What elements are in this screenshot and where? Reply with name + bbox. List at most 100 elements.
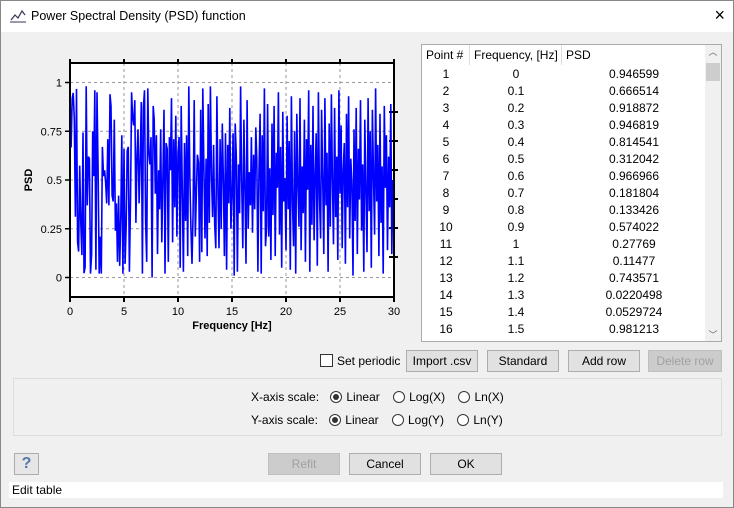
table-row[interactable]: 12 1.1 0.11477 [422, 253, 706, 270]
table-row[interactable]: 14 1.3 0.0220498 [422, 287, 706, 304]
delete-row-button[interactable]: Delete row [648, 350, 722, 372]
help-button[interactable]: ? [14, 453, 39, 475]
table-row[interactable]: 16 1.5 0.981213 [422, 321, 706, 338]
y-tick-label: 0.5 [47, 175, 62, 187]
cell-psd[interactable]: 0.574022 [562, 219, 706, 236]
cell-frequency[interactable]: 0.8 [470, 202, 562, 219]
y-linear-radio[interactable]: Linear [329, 413, 379, 427]
cell-point[interactable]: 13 [422, 270, 470, 287]
cell-frequency[interactable]: 1.4 [470, 304, 562, 321]
cell-frequency[interactable]: 1 [470, 236, 562, 253]
table-row[interactable]: 1 0 0.946599 [422, 66, 706, 83]
cell-frequency[interactable]: 1.3 [470, 287, 562, 304]
cancel-button[interactable]: Cancel [349, 453, 421, 475]
set-periodic-checkbox[interactable]: Set periodic [320, 354, 400, 368]
cell-psd[interactable]: 0.27769 [562, 236, 706, 253]
table-row[interactable]: 2 0.1 0.666514 [422, 83, 706, 100]
x-axis-label: Frequency [Hz] [192, 320, 272, 332]
cell-psd[interactable]: 0.946599 [562, 66, 706, 83]
cell-point[interactable]: 11 [422, 236, 470, 253]
ok-button[interactable]: OK [430, 453, 502, 475]
cell-psd[interactable]: 0.743571 [562, 270, 706, 287]
cell-point[interactable]: 2 [422, 83, 470, 100]
column-header-frequency[interactable]: Frequency, [Hz] [470, 45, 562, 65]
cell-frequency[interactable]: 0.5 [470, 151, 562, 168]
table-scrollbar[interactable]: ︿ ﹀ [705, 45, 721, 341]
table-row[interactable]: 7 0.6 0.966966 [422, 168, 706, 185]
cell-psd[interactable]: 0.966966 [562, 168, 706, 185]
y-log-radio[interactable]: Log(Y) [391, 413, 444, 427]
cell-point[interactable]: 3 [422, 100, 470, 117]
cell-frequency[interactable]: 0.9 [470, 219, 562, 236]
table-row[interactable]: 4 0.3 0.946819 [422, 117, 706, 134]
cell-frequency[interactable]: 1.1 [470, 253, 562, 270]
refit-button[interactable]: Refit [268, 453, 340, 475]
checkbox-icon[interactable] [320, 354, 333, 367]
scrollbar-thumb[interactable] [706, 63, 720, 81]
cell-psd[interactable]: 0.312042 [562, 151, 706, 168]
cell-point[interactable]: 8 [422, 185, 470, 202]
cell-point[interactable]: 6 [422, 151, 470, 168]
standard-button[interactable]: Standard [487, 350, 559, 372]
cell-psd[interactable]: 0.181804 [562, 185, 706, 202]
scroll-down-icon[interactable]: ﹀ [705, 328, 721, 341]
close-icon[interactable]: × [714, 5, 725, 26]
x-axis-scale-label: X-axis scale: [251, 390, 320, 404]
table-row[interactable]: 10 0.9 0.574022 [422, 219, 706, 236]
x-linear-radio[interactable]: Linear [330, 390, 380, 404]
x-axis-scale-row: X-axis scale: Linear Log(X) Ln(X) [251, 390, 504, 404]
cell-point[interactable]: 9 [422, 202, 470, 219]
add-row-button[interactable]: Add row [568, 350, 640, 372]
cell-point[interactable]: 15 [422, 304, 470, 321]
column-header-point[interactable]: Point # [422, 45, 470, 65]
cell-psd[interactable]: 0.11477 [562, 253, 706, 270]
table-row[interactable]: 3 0.2 0.918872 [422, 100, 706, 117]
cell-point[interactable]: 4 [422, 117, 470, 134]
cell-frequency[interactable]: 0.1 [470, 83, 562, 100]
cell-psd[interactable]: 0.946819 [562, 117, 706, 134]
cell-psd[interactable]: 0.666514 [562, 83, 706, 100]
x-log-radio[interactable]: Log(X) [393, 390, 445, 404]
column-header-psd[interactable]: PSD [562, 45, 706, 65]
table-row[interactable]: 13 1.2 0.743571 [422, 270, 706, 287]
table-row[interactable]: 9 0.8 0.133426 [422, 202, 706, 219]
x-tick-label: 15 [226, 306, 238, 318]
cell-psd[interactable]: 0.0529724 [562, 304, 706, 321]
cell-point[interactable]: 14 [422, 287, 470, 304]
y-ln-radio[interactable]: Ln(Y) [457, 413, 503, 427]
cell-psd[interactable]: 0.918872 [562, 100, 706, 117]
title-bar: Power Spectral Density (PSD) function × [1, 1, 733, 32]
cell-frequency[interactable]: 1.5 [470, 321, 562, 338]
cell-point[interactable]: 12 [422, 253, 470, 270]
table-row[interactable]: 11 1 0.27769 [422, 236, 706, 253]
cell-frequency[interactable]: 1.2 [470, 270, 562, 287]
cell-psd[interactable]: 0.814541 [562, 134, 706, 151]
status-bar: Edit table [9, 482, 723, 498]
table-row[interactable]: 8 0.7 0.181804 [422, 185, 706, 202]
table-row[interactable]: 15 1.4 0.0529724 [422, 304, 706, 321]
cell-frequency[interactable]: 0.4 [470, 134, 562, 151]
psd-dialog: Power Spectral Density (PSD) function × … [0, 0, 734, 508]
import-csv-button[interactable]: Import .csv [406, 350, 478, 372]
chart-icon [10, 9, 26, 23]
set-periodic-label: Set periodic [337, 354, 401, 368]
cell-frequency[interactable]: 0.6 [470, 168, 562, 185]
y-tick-label: 0.25 [41, 224, 62, 236]
cell-frequency[interactable]: 0.2 [470, 100, 562, 117]
table-row[interactable]: 5 0.4 0.814541 [422, 134, 706, 151]
cell-psd[interactable]: 0.133426 [562, 202, 706, 219]
cell-point[interactable]: 16 [422, 321, 470, 338]
cell-point[interactable]: 7 [422, 168, 470, 185]
psd-table[interactable]: Point # Frequency, [Hz] PSD 1 0 0.946599 2 0… [421, 44, 722, 342]
cell-point[interactable]: 1 [422, 66, 470, 83]
x-ln-radio[interactable]: Ln(X) [458, 390, 504, 404]
cell-frequency[interactable]: 0.3 [470, 117, 562, 134]
cell-point[interactable]: 10 [422, 219, 470, 236]
scroll-up-icon[interactable]: ︿ [705, 45, 721, 58]
table-row[interactable]: 6 0.5 0.312042 [422, 151, 706, 168]
cell-psd[interactable]: 0.0220498 [562, 287, 706, 304]
cell-frequency[interactable]: 0 [470, 66, 562, 83]
cell-psd[interactable]: 0.981213 [562, 321, 706, 338]
cell-point[interactable]: 5 [422, 134, 470, 151]
cell-frequency[interactable]: 0.7 [470, 185, 562, 202]
